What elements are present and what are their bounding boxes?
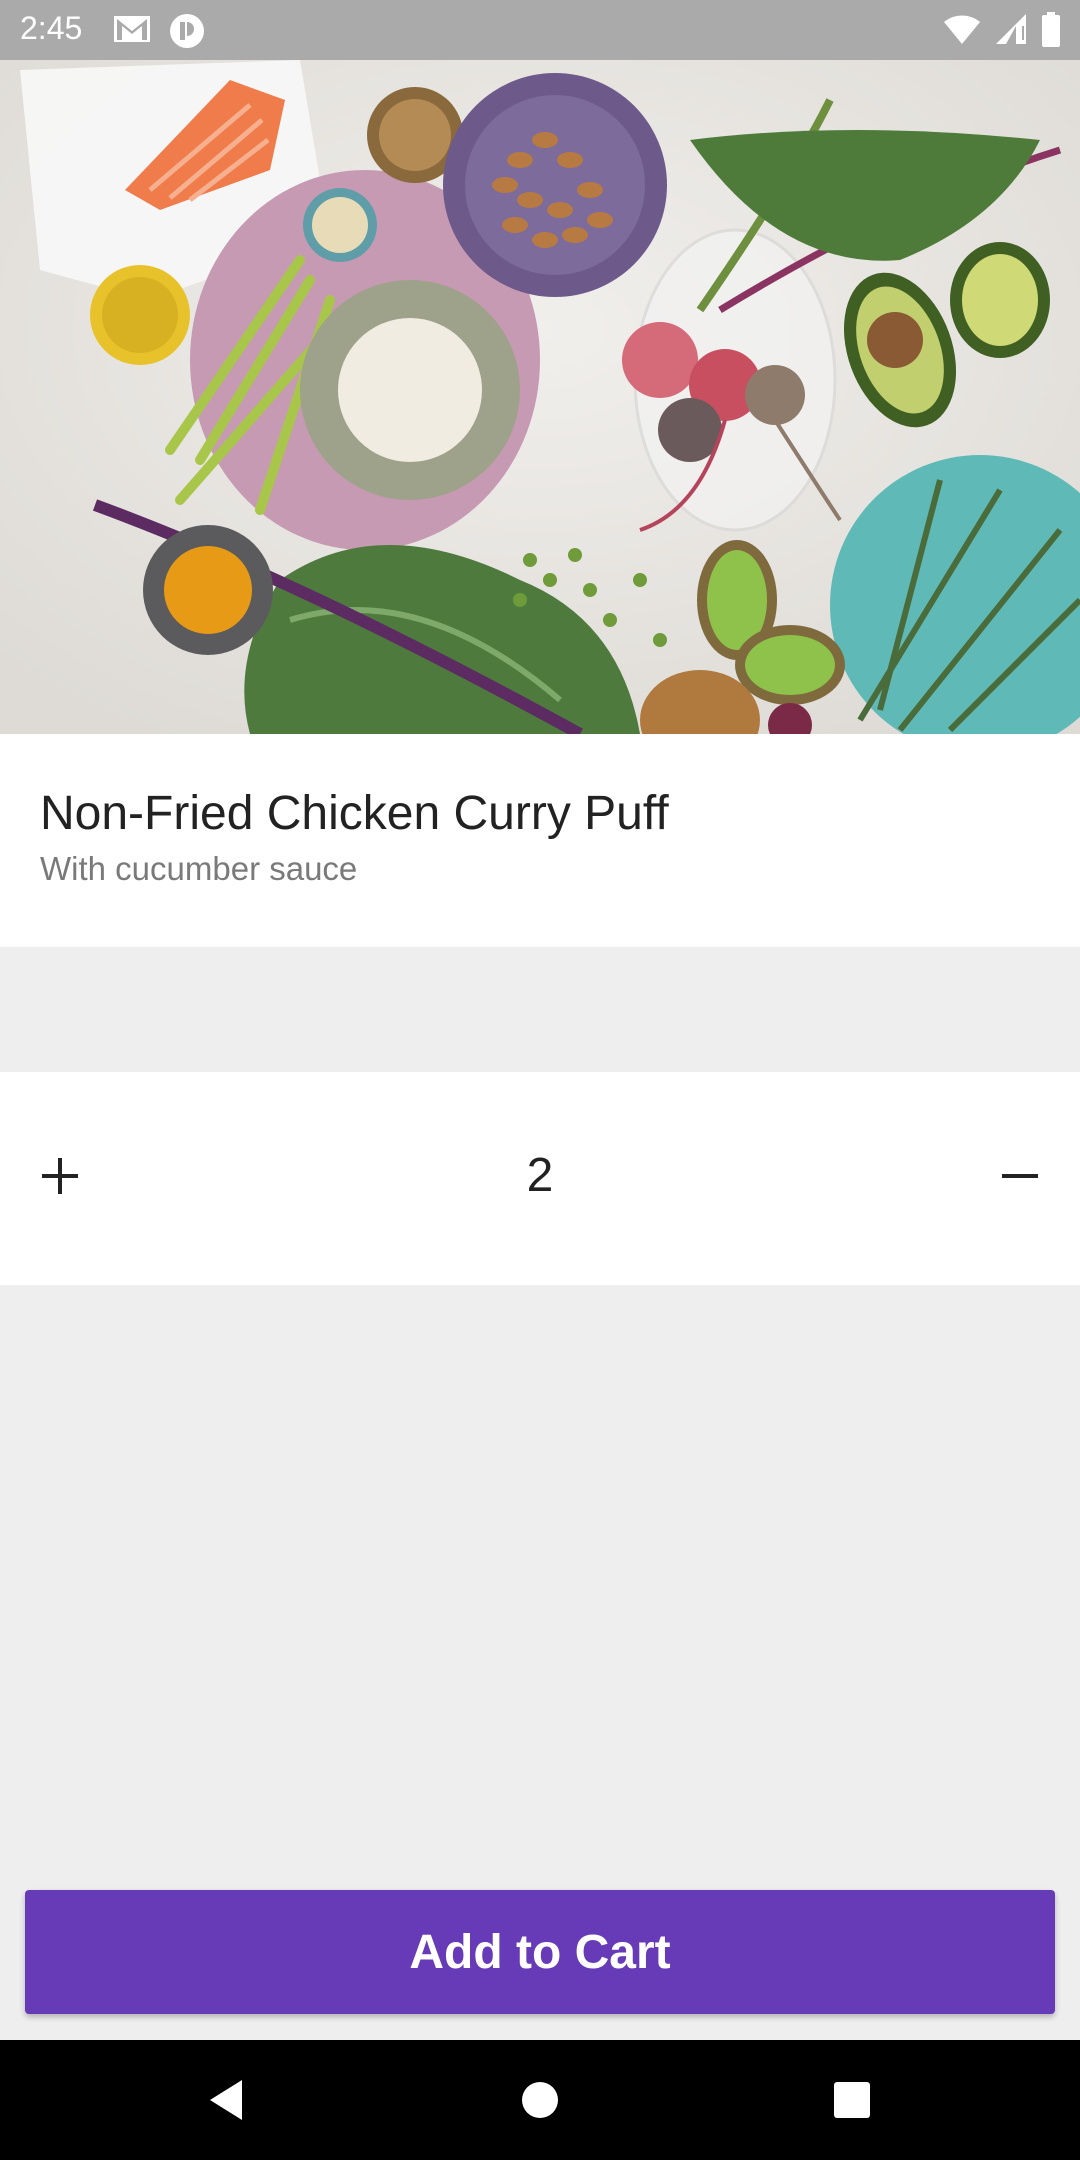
status-time: 2:45 — [20, 10, 83, 46]
recents-button[interactable] — [822, 2070, 882, 2130]
minus-icon — [1002, 1174, 1038, 1178]
product-title: Non-Fried Chicken Curry Puff — [40, 787, 669, 840]
wifi-icon — [942, 12, 982, 48]
gmail-icon — [112, 12, 152, 48]
back-button[interactable] — [196, 2070, 256, 2130]
home-button[interactable] — [510, 2070, 570, 2130]
navigation-bar — [0, 2040, 1080, 2160]
status-bar: 2:45 — [0, 0, 1080, 60]
home-icon — [522, 2082, 558, 2118]
recents-icon — [834, 2082, 870, 2118]
food-ingredients-photo — [0, 60, 1080, 734]
quantity-stepper: 2 — [0, 1072, 1080, 1285]
status-right-icons — [942, 12, 1062, 48]
battery-icon — [1040, 12, 1062, 48]
hero-image — [0, 60, 1080, 734]
decrement-button[interactable] — [988, 1144, 1052, 1208]
product-subtitle: With cucumber sauce — [40, 850, 358, 887]
add-to-cart-button[interactable]: Add to Cart — [25, 1890, 1055, 2014]
product-info-card: Non-Fried Chicken Curry Puff With cucumb… — [0, 734, 1080, 947]
quantity-value: 2 — [526, 1149, 554, 1202]
cell-signal-icon — [994, 12, 1028, 48]
app-notification-icon — [168, 12, 206, 48]
status-left-icons — [112, 12, 206, 48]
back-icon — [210, 2080, 242, 2120]
